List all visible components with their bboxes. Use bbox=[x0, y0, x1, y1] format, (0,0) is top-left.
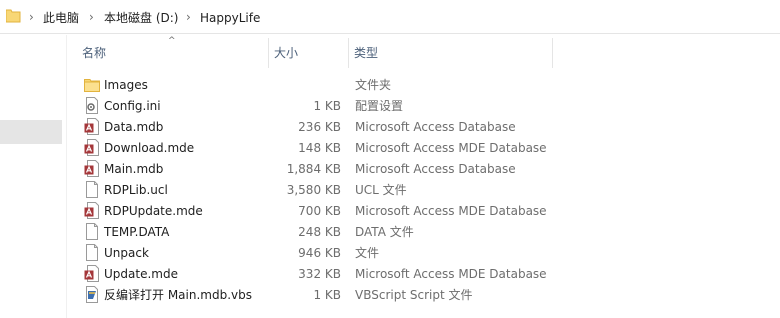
file-size: 236 KB bbox=[298, 120, 341, 134]
breadcrumb-this-pc[interactable]: 此电脑 bbox=[43, 10, 79, 26]
file-row[interactable]: Images 文件夹 bbox=[79, 74, 551, 95]
file-type: 文件 bbox=[355, 246, 380, 260]
access-db-icon bbox=[84, 160, 100, 177]
file-name[interactable]: Download.mde bbox=[104, 140, 194, 156]
access-db-icon bbox=[84, 265, 100, 282]
nav-selected-item[interactable] bbox=[0, 120, 62, 144]
file-name[interactable]: RDPLib.ucl bbox=[104, 182, 168, 198]
file-type: Microsoft Access Database bbox=[355, 120, 516, 134]
vbscript-file-icon bbox=[84, 286, 100, 303]
chevron-right-icon[interactable]: › bbox=[186, 9, 191, 25]
file-type: DATA 文件 bbox=[355, 225, 414, 239]
file-size: 1 KB bbox=[313, 288, 341, 302]
file-row[interactable]: Download.mde 148 KB Microsoft Access MDE D… bbox=[79, 137, 551, 158]
file-size: 332 KB bbox=[298, 267, 341, 281]
settings-file-icon bbox=[84, 97, 100, 114]
file-row[interactable]: RDPLib.ucl 3,580 KB UCL 文件 bbox=[79, 179, 551, 200]
blank-file-icon bbox=[84, 181, 100, 198]
file-row[interactable]: TEMP.DATA 248 KB DATA 文件 bbox=[79, 221, 551, 242]
file-row[interactable]: 反编译打开 Main.mdb.vbs 1 KB VBScript Script 文件 bbox=[79, 284, 551, 305]
column-header-name[interactable]: 名称 bbox=[77, 38, 267, 68]
file-type: Microsoft Access Database bbox=[355, 162, 516, 176]
navigation-pane[interactable] bbox=[0, 35, 67, 318]
file-name[interactable]: 反编译打开 Main.mdb.vbs bbox=[104, 287, 252, 303]
file-size: 1,884 KB bbox=[286, 162, 341, 176]
column-divider[interactable] bbox=[552, 38, 553, 68]
file-type: Microsoft Access MDE Database bbox=[355, 267, 547, 281]
address-bar[interactable]: › 此电脑 › 本地磁盘 (D:) › HappyLife bbox=[0, 0, 780, 34]
breadcrumb-happylife[interactable]: HappyLife bbox=[200, 10, 260, 26]
file-type: UCL 文件 bbox=[355, 183, 407, 197]
breadcrumb-local-disk[interactable]: 本地磁盘 (D:) bbox=[104, 10, 178, 26]
file-type: 配置设置 bbox=[355, 99, 404, 113]
blank-file-icon bbox=[84, 244, 100, 261]
chevron-right-icon[interactable]: › bbox=[29, 9, 34, 25]
column-header-size[interactable]: 大小 bbox=[269, 38, 348, 68]
file-name[interactable]: RDPUpdate.mde bbox=[104, 203, 203, 219]
access-db-icon bbox=[84, 139, 100, 156]
file-name[interactable]: Main.mdb bbox=[104, 161, 163, 177]
file-row[interactable]: Config.ini 1 KB 配置设置 bbox=[79, 95, 551, 116]
file-size: 248 KB bbox=[298, 225, 341, 239]
file-type: Microsoft Access MDE Database bbox=[355, 204, 547, 218]
blank-file-icon bbox=[84, 223, 100, 240]
column-header-type[interactable]: 类型 bbox=[349, 38, 552, 68]
access-db-icon bbox=[84, 202, 100, 219]
file-size: 946 KB bbox=[298, 246, 341, 260]
file-row[interactable]: Unpack 946 KB 文件 bbox=[79, 242, 551, 263]
file-row[interactable]: RDPUpdate.mde 700 KB Microsoft Access MDE … bbox=[79, 200, 551, 221]
file-type: Microsoft Access MDE Database bbox=[355, 141, 547, 155]
file-size: 3,580 KB bbox=[286, 183, 341, 197]
file-name[interactable]: Data.mdb bbox=[104, 119, 163, 135]
file-name[interactable]: Config.ini bbox=[104, 98, 161, 114]
file-size: 148 KB bbox=[298, 141, 341, 155]
chevron-right-icon[interactable]: › bbox=[89, 9, 94, 25]
file-row[interactable]: Main.mdb 1,884 KB Microsoft Access Databas… bbox=[79, 158, 551, 179]
folder-icon bbox=[6, 9, 21, 23]
file-name[interactable]: Unpack bbox=[104, 245, 149, 261]
file-size: 1 KB bbox=[313, 99, 341, 113]
file-name[interactable]: Images bbox=[104, 77, 148, 93]
file-type: VBScript Script 文件 bbox=[355, 288, 473, 302]
file-size: 700 KB bbox=[298, 204, 341, 218]
access-db-icon bbox=[84, 118, 100, 135]
file-type: 文件夹 bbox=[355, 78, 392, 92]
file-name[interactable]: TEMP.DATA bbox=[104, 224, 169, 240]
folder-icon bbox=[84, 76, 100, 93]
file-row[interactable]: Update.mde 332 KB Microsoft Access MDE Dat… bbox=[79, 263, 551, 284]
file-row[interactable]: Data.mdb 236 KB Microsoft Access Database bbox=[79, 116, 551, 137]
file-name[interactable]: Update.mde bbox=[104, 266, 178, 282]
